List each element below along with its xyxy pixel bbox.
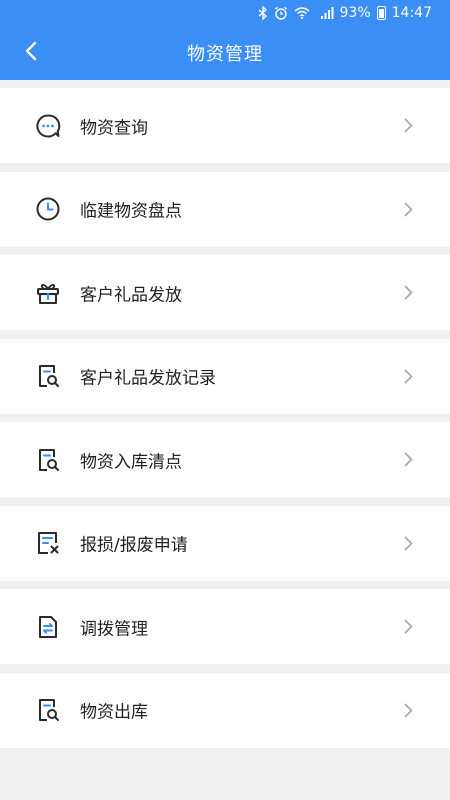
alarm-icon xyxy=(274,6,288,20)
chevron-right-icon xyxy=(402,702,414,718)
menu-item-temporary-inventory[interactable]: 临建物资盘点 xyxy=(0,171,450,247)
menu-item-gift-records[interactable]: 客户礼品发放记录 xyxy=(0,338,450,414)
menu-item-label: 客户礼品发放 xyxy=(80,285,182,305)
nav-bar: 物资管理 xyxy=(0,26,450,80)
page-title: 物资管理 xyxy=(187,44,263,65)
chevron-right-icon xyxy=(402,118,414,134)
menu-item-label: 调拨管理 xyxy=(80,619,148,639)
menu-item-label: 报损/报废申请 xyxy=(80,535,188,556)
menu-item-gift-distribution[interactable]: 客户礼品发放 xyxy=(0,255,450,330)
menu-item-label: 物资查询 xyxy=(80,118,148,138)
menu-item-stock-in-check[interactable]: 物资入库清点 xyxy=(0,422,450,497)
back-button[interactable] xyxy=(14,26,48,80)
chevron-right-icon xyxy=(402,535,414,551)
menu-item-material-query[interactable]: 物资查询 xyxy=(0,88,450,163)
clock-time: 14:47 xyxy=(391,5,432,21)
chevron-right-icon xyxy=(402,452,414,468)
document-remove-icon xyxy=(35,530,61,556)
chevron-right-icon xyxy=(402,201,414,217)
menu-item-label: 临建物资盘点 xyxy=(80,201,182,222)
document-search-icon xyxy=(35,697,61,723)
bluetooth-icon xyxy=(258,6,268,20)
chevron-right-icon xyxy=(402,368,414,384)
menu-item-damage-scrap-request[interactable]: 报损/报废申请 xyxy=(0,505,450,581)
status-bar: 93% 14:47 xyxy=(0,0,450,26)
chevron-right-icon xyxy=(402,285,414,301)
menu-item-label: 物资出库 xyxy=(80,702,148,723)
document-search-icon xyxy=(35,447,61,473)
menu-list: 物资查询 临建物资盘点 客户礼品发放 客户礼品发放记录 物资入库清点 报损/报废… xyxy=(0,88,450,756)
wifi-icon xyxy=(294,7,310,19)
chevron-right-icon xyxy=(402,619,414,635)
gift-icon xyxy=(35,280,61,306)
menu-item-stock-out[interactable]: 物资出库 xyxy=(0,672,450,748)
menu-item-label: 物资入库清点 xyxy=(80,452,182,472)
document-search-icon xyxy=(35,363,61,389)
document-transfer-icon xyxy=(35,614,61,640)
battery-percent: 93% xyxy=(339,5,371,21)
clock-icon xyxy=(35,196,61,222)
chat-bubble-icon xyxy=(35,113,61,139)
menu-item-transfer-management[interactable]: 调拨管理 xyxy=(0,589,450,664)
menu-item-label: 客户礼品发放记录 xyxy=(80,368,216,389)
battery-icon xyxy=(376,6,386,20)
signal-icon xyxy=(316,6,334,20)
chevron-left-icon xyxy=(25,41,37,65)
